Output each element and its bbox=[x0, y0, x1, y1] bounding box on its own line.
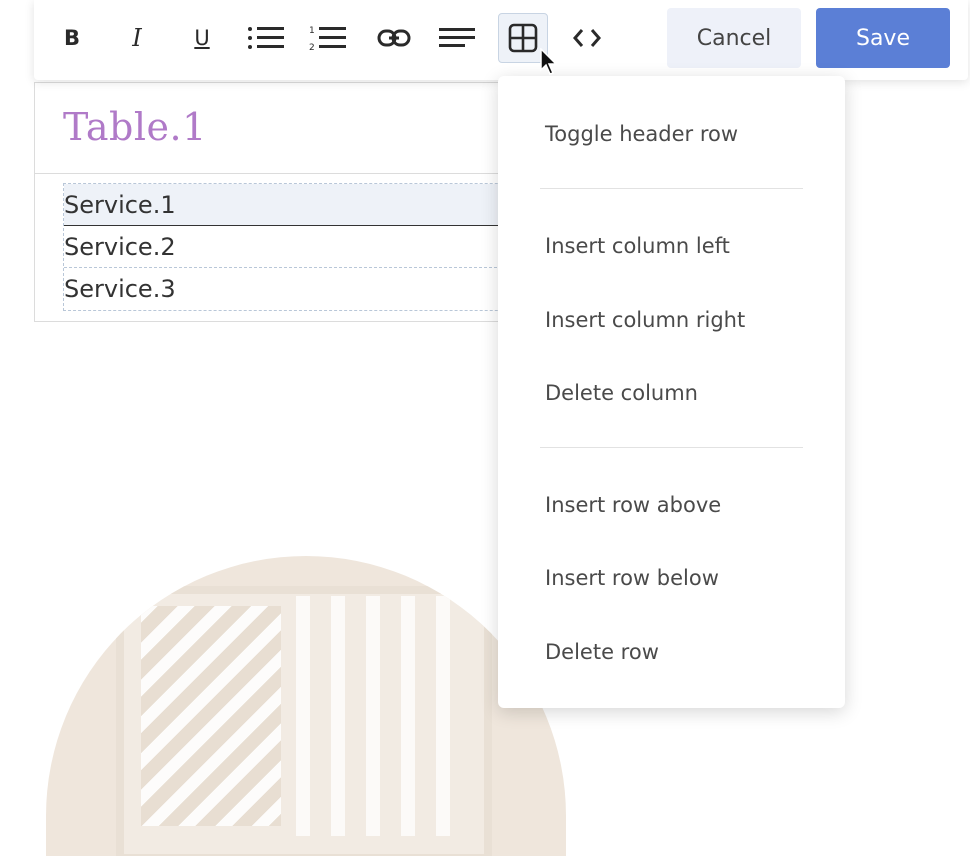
vertical-slat bbox=[401, 596, 415, 836]
editor-toolbar: B I U 1 2 Cancel Save bbox=[34, 0, 968, 80]
vertical-slat bbox=[366, 596, 380, 836]
vertical-slat bbox=[331, 596, 345, 836]
svg-text:1: 1 bbox=[309, 26, 315, 36]
menu-item-insert-column-right[interactable]: Insert column right bbox=[545, 308, 745, 332]
divider bbox=[35, 173, 573, 174]
diagonal-slats bbox=[141, 606, 281, 826]
table-row[interactable]: Service.2 bbox=[64, 226, 562, 268]
menu-item-delete-row[interactable]: Delete row bbox=[545, 640, 659, 664]
link-icon bbox=[377, 29, 411, 47]
bold-button[interactable]: B bbox=[49, 15, 95, 61]
table-icon bbox=[508, 23, 538, 53]
menu-separator bbox=[540, 447, 803, 448]
italic-icon: I bbox=[132, 24, 142, 52]
code-button[interactable] bbox=[564, 15, 610, 61]
menu-item-delete-column[interactable]: Delete column bbox=[545, 381, 698, 405]
numbered-list-button[interactable]: 1 2 bbox=[305, 15, 351, 61]
numbered-list-icon: 1 2 bbox=[309, 26, 346, 52]
align-left-icon bbox=[439, 28, 475, 47]
editor-card: Table.1 Service.1 Service.2 Service.3 bbox=[34, 82, 574, 322]
menu-item-insert-column-left[interactable]: Insert column left bbox=[545, 234, 730, 258]
code-icon bbox=[573, 29, 601, 47]
vertical-slat bbox=[296, 596, 310, 836]
link-button[interactable] bbox=[371, 15, 417, 61]
table-row[interactable]: Service.3 bbox=[64, 268, 562, 310]
cancel-button[interactable]: Cancel bbox=[667, 8, 801, 68]
bullet-list-button[interactable] bbox=[243, 15, 289, 61]
svg-text:2: 2 bbox=[309, 43, 315, 52]
save-button[interactable]: Save bbox=[816, 8, 950, 68]
table: Service.1 Service.2 Service.3 bbox=[63, 183, 563, 311]
menu-item-insert-row-above[interactable]: Insert row above bbox=[545, 493, 721, 517]
italic-button[interactable]: I bbox=[114, 15, 160, 61]
background-photo bbox=[46, 556, 566, 856]
table-title[interactable]: Table.1 bbox=[63, 105, 207, 149]
bold-icon: B bbox=[63, 26, 80, 50]
table-row[interactable]: Service.1 bbox=[64, 184, 562, 226]
align-button[interactable] bbox=[434, 15, 480, 61]
menu-item-toggle-header-row[interactable]: Toggle header row bbox=[545, 122, 738, 146]
table-options-menu: Toggle header row Insert column left Ins… bbox=[498, 76, 845, 708]
menu-separator bbox=[540, 188, 803, 189]
bullet-list-icon bbox=[248, 27, 284, 49]
underline-button[interactable]: U bbox=[179, 15, 225, 61]
vertical-slat bbox=[436, 596, 450, 836]
menu-item-insert-row-below[interactable]: Insert row below bbox=[545, 566, 719, 590]
underline-icon: U bbox=[194, 26, 210, 50]
mouse-cursor-icon bbox=[540, 48, 558, 75]
